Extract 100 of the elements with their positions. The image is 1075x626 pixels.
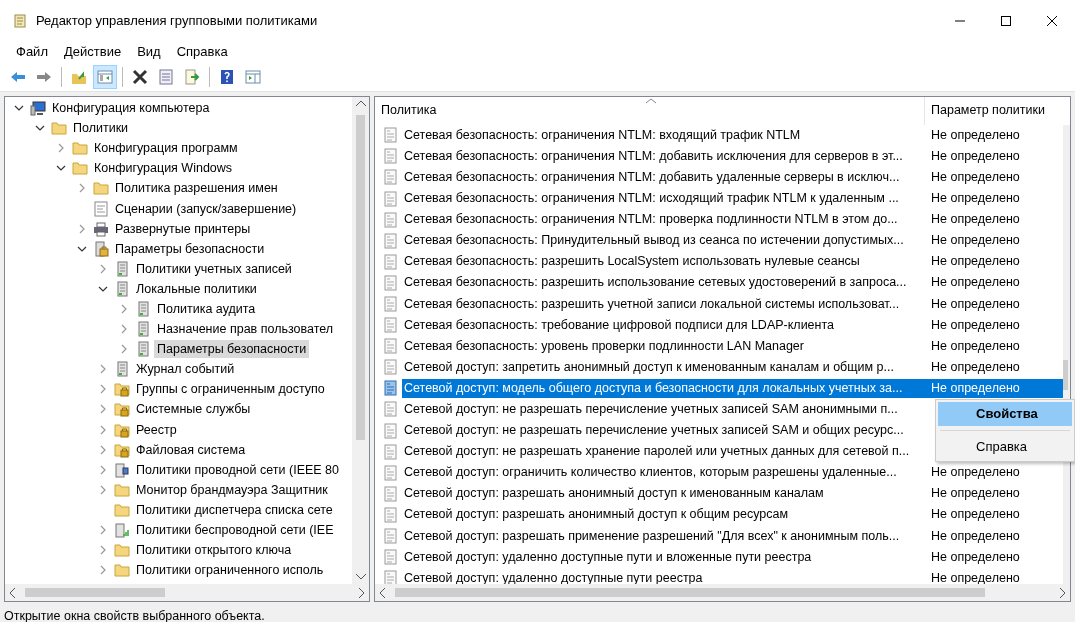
tree-item[interactable]: Журнал событий bbox=[133, 360, 238, 379]
list-row[interactable]: Сетевая безопасность: разрешить LocalSystem использовать нулевые сеансы bbox=[402, 252, 862, 272]
policy-icon bbox=[383, 169, 399, 186]
scrollbar-thumb[interactable] bbox=[25, 588, 165, 597]
list-row[interactable]: Сетевой доступ: разрешать применение разрешений "Для всех" к анонимным поль... bbox=[402, 526, 902, 546]
menu-item[interactable]: Действие bbox=[55, 42, 130, 62]
table-cell-text: Не определено bbox=[930, 548, 1020, 566]
scrollbar-thumb[interactable] bbox=[1063, 359, 1068, 390]
wireless-server-icon bbox=[114, 522, 130, 538]
list-row[interactable]: Сетевая безопасность: ограничения NTLM: исходящий трафик NTLM к удаленным ... bbox=[402, 189, 901, 209]
tree-item[interactable]: Группы с ограниченным доступо bbox=[133, 380, 328, 399]
list-row[interactable]: Сетевой доступ: модель общего доступа и безопасности для локальных учетных за... bbox=[402, 378, 925, 398]
tree-item[interactable]: Реестр bbox=[133, 420, 180, 439]
table-cell-text: Не определено bbox=[930, 506, 1020, 524]
folder-icon bbox=[93, 180, 109, 197]
list-row[interactable]: Сетевой доступ: ограничить количество клиентов, которым разрешены удаленные... bbox=[402, 463, 899, 483]
tree-item[interactable]: Системные службы bbox=[133, 400, 254, 419]
tree-item[interactable]: Параметры безопасности bbox=[112, 239, 268, 258]
table-cell-text: Не определено bbox=[930, 464, 1020, 482]
scrollbar-thumb[interactable] bbox=[356, 115, 365, 440]
server-icon bbox=[135, 341, 151, 358]
tree-item[interactable]: Политики диспетчера списка сете bbox=[133, 500, 336, 519]
tree-item[interactable]: Политики проводной сети (IEEE 80 bbox=[133, 460, 342, 479]
table-cell-text: Не определено bbox=[930, 168, 1020, 186]
menu-item[interactable]: Справка bbox=[938, 435, 1072, 459]
tree-item[interactable]: Политики bbox=[70, 119, 132, 138]
list-row[interactable]: Сетевая безопасность: уровень проверки подлинности LAN Manager bbox=[402, 336, 806, 356]
status-text: Открытие окна свойств выбранного объекта. bbox=[0, 604, 1075, 622]
table-cell-text: Не определено bbox=[930, 190, 1020, 208]
column-header[interactable]: Параметр политики bbox=[925, 97, 1045, 125]
policy-icon bbox=[383, 485, 399, 502]
tree-item[interactable]: Политики открытого ключа bbox=[133, 541, 295, 560]
table-cell-text: Не определено bbox=[930, 337, 1020, 355]
folder-icon bbox=[114, 481, 130, 498]
folder-icon bbox=[51, 120, 67, 137]
list-row[interactable]: Сетевой доступ: удаленно доступные пути реестра bbox=[402, 568, 705, 585]
menu-item[interactable]: Вид bbox=[129, 42, 169, 62]
menu-item[interactable]: Справка bbox=[168, 42, 236, 62]
list-row[interactable]: Сетевой доступ: не разрешать хранение паролей или учетных данных для сетевой п... bbox=[402, 442, 912, 462]
list-row[interactable]: Сетевой доступ: запретить анонимный доступ к именованным каналам и общим р... bbox=[402, 357, 896, 377]
list-row[interactable]: Сетевая безопасность: Принудительный вывод из сеанса по истечении допустимых... bbox=[402, 231, 906, 251]
properties-icon bbox=[158, 68, 174, 85]
printer-icon bbox=[93, 220, 109, 237]
tree-item[interactable]: Монитор брандмауэра Защитник bbox=[133, 480, 331, 499]
list-row[interactable]: Сетевой доступ: разрешать анонимный доступ к общим ресурсам bbox=[402, 505, 791, 525]
export-icon bbox=[184, 68, 200, 85]
tree-item[interactable]: Политика разрешения имен bbox=[112, 179, 281, 198]
toolbar-separator bbox=[209, 66, 210, 87]
folder-icon bbox=[114, 501, 130, 518]
toolbar-separator bbox=[122, 66, 123, 87]
table-cell-text: Не определено bbox=[930, 527, 1020, 545]
list-row[interactable]: Сетевой доступ: не разрешать перечисление учетных записей SAM анонимными п... bbox=[402, 400, 900, 419]
tree-item[interactable]: Файловая система bbox=[133, 440, 249, 459]
list-row[interactable]: Сетевой доступ: удаленно доступные пути и вложенные пути реестра bbox=[402, 547, 814, 567]
policy-icon bbox=[383, 359, 399, 376]
list-row[interactable]: Сетевая безопасность: ограничения NTLM: добавить удаленные серверы в исключ... bbox=[402, 167, 902, 187]
policy-icon bbox=[383, 148, 399, 165]
menu-item[interactable]: Свойства bbox=[938, 402, 1072, 426]
list-row[interactable]: Сетевой доступ: не разрешать перечисление учетных записей SAM и общих ресурс... bbox=[402, 421, 906, 441]
tree-item[interactable]: Политики учетных записей bbox=[133, 259, 295, 278]
server-lock-icon bbox=[93, 240, 109, 257]
policy-icon bbox=[383, 296, 399, 312]
policy-icon bbox=[383, 380, 399, 397]
column-header[interactable]: Политика bbox=[375, 97, 925, 125]
table-cell-text: Не определено bbox=[930, 253, 1020, 271]
list-row[interactable]: Сетевая безопасность: ограничения NTLM: проверка подлинности NTLM в этом до... bbox=[402, 210, 900, 230]
list-row[interactable]: Сетевая безопасность: требование цифровой подписи для LDAP-клиента bbox=[402, 315, 836, 335]
policy-icon bbox=[383, 253, 399, 270]
computer-icon bbox=[30, 100, 46, 117]
list-row[interactable]: Сетевая безопасность: ограничения NTLM: добавить исключения для серверов в эт... bbox=[402, 146, 905, 166]
tree-item[interactable]: Назначение прав пользовател bbox=[154, 320, 337, 339]
tree-item[interactable]: Конфигурация программ bbox=[91, 139, 241, 158]
tree-item[interactable]: Развернутые принтеры bbox=[112, 219, 254, 238]
table-cell-text: Не определено bbox=[930, 295, 1020, 313]
policy-icon bbox=[383, 317, 399, 334]
scrollbar-thumb[interactable] bbox=[395, 588, 985, 598]
list-row[interactable]: Сетевая безопасность: разрешить использование сетевых удостоверений в запроса... bbox=[402, 273, 909, 293]
tree-item[interactable]: Локальные политики bbox=[133, 279, 260, 298]
tree-item[interactable]: Сценарии (запуск/завершение) bbox=[112, 199, 300, 218]
tree-item[interactable]: Политики ограниченного исполь bbox=[133, 561, 327, 580]
list-row[interactable]: Сетевая безопасность: ограничения NTLM: входящий трафик NTLM bbox=[402, 125, 803, 145]
policy-icon bbox=[383, 190, 399, 207]
tree-item[interactable]: Конфигурация Windows bbox=[91, 159, 236, 178]
table-cell-text: Не определено bbox=[930, 569, 1020, 585]
list-row[interactable]: Сетевая безопасность: разрешить учетной записи локальной системы использоват... bbox=[402, 294, 902, 314]
policy-icon bbox=[383, 464, 399, 481]
window-title: Редактор управления групповыми политиками bbox=[36, 12, 319, 31]
delete-icon bbox=[132, 68, 148, 85]
tree-item[interactable]: Политика аудита bbox=[154, 300, 259, 318]
tree-pane-button[interactable] bbox=[93, 64, 117, 89]
tree-item[interactable]: Параметры безопасности bbox=[154, 340, 310, 359]
table-cell: Не определено bbox=[925, 378, 1063, 398]
menu-item[interactable]: Файл bbox=[8, 42, 56, 62]
tree-item[interactable]: Политики беспроводной сети (IEE bbox=[133, 521, 337, 539]
action-pane-icon bbox=[245, 68, 261, 85]
table-cell-text: Не определено bbox=[930, 358, 1020, 376]
help-icon bbox=[219, 68, 235, 85]
list-row[interactable]: Сетевой доступ: разрешать анонимный доступ к именованным каналам bbox=[402, 484, 826, 504]
tree-item[interactable]: Конфигурация компьютера bbox=[49, 99, 213, 118]
server-icon bbox=[135, 321, 151, 338]
